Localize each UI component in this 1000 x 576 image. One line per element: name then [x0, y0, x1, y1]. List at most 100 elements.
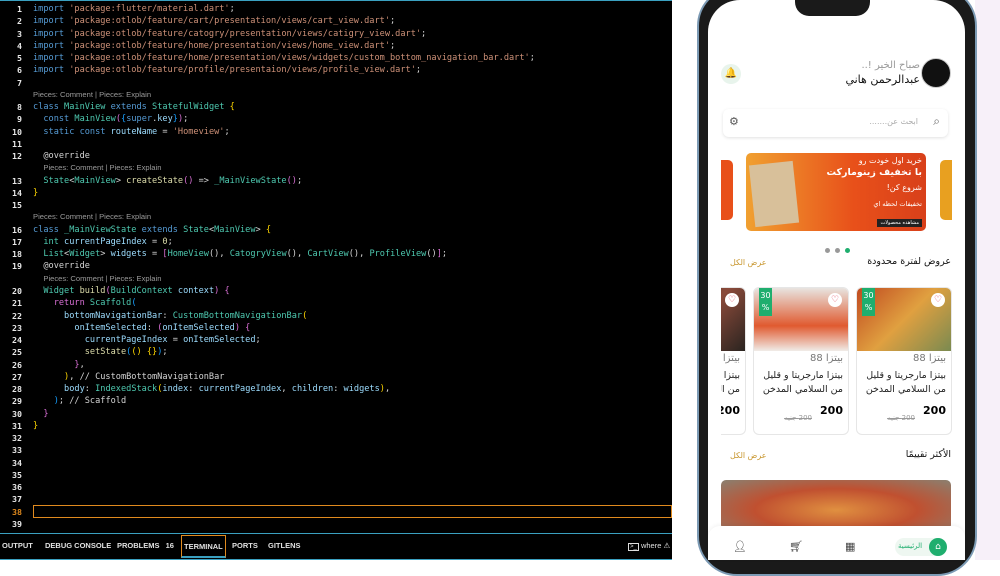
code-text[interactable]: } — [33, 420, 38, 432]
avatar[interactable] — [921, 58, 951, 88]
code-token: index — [162, 384, 189, 395]
see-all-top-rated[interactable]: عرض الكل — [730, 451, 767, 460]
code-text[interactable]: import 'package:otlob/feature/home/prese… — [33, 52, 535, 64]
code-token: ProfileView — [369, 249, 427, 260]
line-number: 18 — [12, 249, 22, 260]
promo-banner[interactable]: خريد اول خودت رو با تخفيف زينومارکت شروع… — [746, 153, 926, 231]
code-text[interactable]: return Scaffold( — [33, 297, 137, 309]
code-text[interactable]: body: IndexedStack(index: currentPageInd… — [33, 383, 390, 395]
code-line: 15 — [0, 199, 672, 211]
code-token: CatogryView — [229, 249, 287, 260]
code-text[interactable]: import 'package:otlob/feature/profile/pr… — [33, 64, 421, 76]
code-text[interactable]: class _MainViewState extends State<MainV… — [33, 224, 271, 236]
code-line: 30 } — [0, 408, 672, 420]
line-number: 12 — [12, 151, 22, 162]
code-text[interactable]: import 'package:flutter/material.dart'; — [33, 3, 235, 15]
product-card[interactable]: 30 % ♡ بيتزا 88 بيتزا مارجريتا و قليل من… — [856, 287, 952, 435]
code-text[interactable]: bottomNavigationBar: CustomBottomNavigat… — [33, 310, 307, 322]
product-name: بيتزا مارجريتا و قليل من السلامي المدخن — [865, 370, 946, 395]
code-token: ) — [33, 396, 59, 407]
code-text[interactable]: ), // CustomBottomNavigationBar — [33, 371, 224, 383]
code-text[interactable]: List<Widget> widgets = [HomeView(), Cato… — [33, 248, 447, 260]
tab-ports[interactable]: PORTS — [232, 541, 258, 550]
line-number: 31 — [12, 420, 22, 431]
categories-icon[interactable]: ▦ — [845, 540, 855, 553]
heart-icon[interactable]: ♡ — [725, 293, 739, 307]
banner-next[interactable] — [940, 160, 952, 220]
code-token: import — [33, 40, 70, 51]
line-number: 9 — [17, 114, 22, 125]
product-card[interactable]: 30 % ♡ بيتزا 88 بيتزا مارجريتا و قليل من… — [753, 287, 849, 435]
code-lens-links[interactable]: Pieces: Comment | Pieces: Explain — [43, 162, 161, 174]
filter-icon[interactable]: ⚙ — [729, 115, 739, 128]
code-line: 27 ), // CustomBottomNavigationBar — [0, 371, 672, 383]
line-number: 30 — [12, 408, 22, 419]
search-input[interactable]: ابحث عن....... — [869, 117, 918, 126]
code-text[interactable]: State<MainView> createState() => _MainVi… — [33, 175, 302, 187]
code-token: @override — [33, 151, 90, 162]
code-token: CartView — [307, 249, 349, 260]
search-bar[interactable]: ⚙ ابحث عن....... ⌕ — [723, 109, 948, 137]
code-line: 11 — [0, 138, 672, 150]
code-text[interactable]: currentPageIndex = onItemSelected; — [33, 334, 261, 346]
top-rated-image[interactable] — [721, 480, 951, 530]
line-number: 29 — [12, 396, 22, 407]
code-lens-links[interactable]: Pieces: Comment | Pieces: Explain — [33, 211, 151, 223]
banner-line3: شروع کن! — [886, 183, 922, 192]
code-text[interactable]: import 'package:otlob/feature/home/prese… — [33, 40, 395, 52]
tab-debug-console[interactable]: DEBUG CONSOLE — [45, 541, 111, 550]
heart-icon[interactable]: ♡ — [828, 293, 842, 307]
banner-prev[interactable] — [721, 160, 733, 220]
banner-button[interactable]: مشاهده محصولات — [877, 219, 922, 227]
tab-problems[interactable]: PROBLEMS 16 — [117, 541, 174, 550]
code-line: 8 class MainView extends StatefulWidget { — [0, 101, 672, 113]
tab-output[interactable]: OUTPUT — [2, 541, 33, 550]
code-text[interactable]: @override — [33, 260, 90, 272]
code-text[interactable]: class MainView extends StatefulWidget { — [33, 101, 235, 113]
code-text[interactable]: int currentPageIndex = 0; — [33, 236, 172, 248]
code-token: import — [33, 28, 70, 39]
tab-gitlens[interactable]: GITLENS — [268, 541, 301, 550]
code-text[interactable]: @override — [33, 150, 90, 162]
code-token: , — [384, 384, 391, 395]
terminal-selector[interactable]: >_ where ⚠ — [628, 541, 670, 551]
see-all-offers[interactable]: عرض الكل — [730, 258, 767, 267]
nav-home[interactable]: الرئيسية ⌂ — [895, 538, 947, 556]
code-text[interactable]: import 'package:otlob/feature/catogry/pr… — [33, 28, 426, 40]
nav-home-label: الرئيسية — [898, 542, 923, 550]
product-name: بيتزا مارجريتا و قليل من السلامي المدخن — [762, 370, 843, 395]
cart-icon[interactable]: 🛒︎ — [789, 540, 803, 553]
code-text[interactable]: onItemSelected: (onItemSelected) { — [33, 322, 250, 334]
code-token: ; // Scaffold — [58, 396, 127, 407]
code-text[interactable]: } — [33, 408, 48, 420]
price: 200 — [820, 404, 843, 417]
code-editor[interactable]: 1 import 'package:flutter/material.dart';… — [0, 0, 672, 560]
code-line: 33 — [0, 444, 672, 456]
code-token: static — [33, 126, 80, 137]
profile-icon[interactable]: 👤︎ — [733, 540, 747, 553]
bottom-panel-tabs: OUTPUT DEBUG CONSOLE PROBLEMS 16 TERMINA… — [0, 533, 672, 560]
code-text[interactable]: static const routeName = 'Homeview'; — [33, 126, 229, 138]
heart-icon[interactable]: ♡ — [931, 293, 945, 307]
code-lens-links[interactable]: Pieces: Comment | Pieces: Explain — [33, 89, 151, 101]
code-text[interactable]: }, — [33, 359, 84, 371]
code-token: { — [229, 102, 235, 113]
code-line: 28 body: IndexedStack(index: currentPage… — [0, 383, 672, 395]
code-text[interactable]: import 'package:otlob/feature/cart/prese… — [33, 15, 395, 27]
tab-terminal[interactable]: TERMINAL — [181, 535, 226, 558]
code-text[interactable]: const MainView({super.key}); — [33, 113, 188, 125]
code-line: 31} — [0, 420, 672, 432]
line-number: 8 — [17, 102, 22, 113]
code-lens-links[interactable]: Pieces: Comment | Pieces: Explain — [43, 273, 161, 285]
code-text[interactable]: } — [33, 187, 38, 199]
bell-icon[interactable]: 🔔 — [721, 64, 741, 84]
tab-problems-label: PROBLEMS — [117, 541, 160, 550]
code-line: 32 — [0, 432, 672, 444]
code-token: super — [126, 114, 153, 125]
code-token: (), — [348, 249, 370, 260]
code-token: } — [33, 420, 39, 431]
code-text[interactable]: setState(() {}); — [33, 346, 168, 358]
code-text[interactable]: ); // Scaffold — [33, 395, 126, 407]
code-text[interactable]: Widget build(BuildContext context) { — [33, 285, 229, 297]
code-token: onItemSelected — [183, 335, 256, 346]
